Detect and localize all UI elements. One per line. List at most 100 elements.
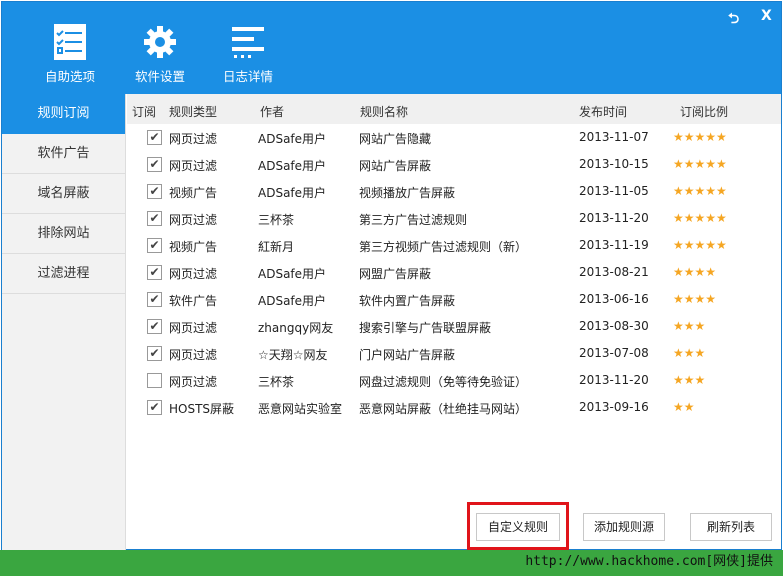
subscribe-checkbox[interactable]: ✔ (147, 211, 162, 226)
rule-name: 搜索引擎与广告联盟屏蔽 (359, 321, 492, 335)
table-row[interactable]: ✔ 网页过滤 ADSafe用户 网站广告隐藏 2013-11-07 ★★★★★ (127, 124, 781, 151)
rule-type: 网页过滤 (169, 267, 218, 281)
sidebar: 规则订阅 软件广告 域名屏蔽 排除网站 过滤进程 (2, 94, 126, 551)
rule-author: 紅新月 (258, 240, 295, 254)
highlight-box (467, 502, 569, 550)
rule-date: 2013-10-15 (579, 157, 649, 171)
rule-name: 网盟广告屏蔽 (359, 267, 432, 281)
rating-stars: ★★★★★ (673, 130, 727, 144)
toolbar-label: 自助选项 (44, 69, 95, 84)
subscribe-checkbox[interactable]: ✔ (147, 400, 162, 415)
rule-name: 网盘过滤规则（免等待免验证） (359, 375, 528, 389)
col-ratio: 订阅比例 (680, 105, 729, 119)
rating-stars: ★★★ (673, 373, 706, 387)
rating-stars: ★★★★ (673, 265, 717, 279)
gear-icon (120, 24, 200, 60)
rule-author: ADSafe用户 (258, 267, 327, 281)
refresh-list-button[interactable]: 刷新列表 (690, 513, 772, 541)
rule-type: 网页过滤 (169, 213, 218, 227)
sidebar-item-software-ads[interactable]: 软件广告 (2, 134, 125, 174)
sidebar-item-exclude-sites[interactable]: 排除网站 (2, 214, 125, 254)
table-row[interactable]: ✔ HOSTS屏蔽 恶意网站实验室 恶意网站屏蔽（杜绝挂马网站） 2013-09… (127, 394, 781, 421)
subscribe-checkbox[interactable]: ✔ (147, 292, 162, 307)
rating-stars: ★★★ (673, 319, 706, 333)
col-type: 规则类型 (169, 105, 218, 119)
add-rule-source-button[interactable]: 添加规则源 (583, 513, 665, 541)
rule-date: 2013-09-16 (579, 400, 649, 414)
rule-type: 网页过滤 (169, 321, 218, 335)
close-button[interactable]: X (761, 8, 772, 24)
subscribe-checkbox[interactable]: ✔ (147, 319, 162, 334)
rule-date: 2013-11-20 (579, 373, 649, 387)
subscribe-checkbox[interactable]: ✔ (147, 238, 162, 253)
subscribe-checkbox[interactable]: ✔ (147, 265, 162, 280)
rule-author: ☆天翔☆网友 (258, 348, 328, 362)
log-icon (208, 24, 288, 60)
rating-stars: ★★★★★ (673, 157, 727, 171)
table-row[interactable]: ✔ 视频广告 ADSafe用户 视频播放广告屏蔽 2013-11-05 ★★★★… (127, 178, 781, 205)
toolbar-log[interactable]: 日志详情 (208, 24, 288, 85)
rule-author: 恶意网站实验室 (258, 402, 343, 416)
table-row[interactable]: 网页过滤 三杯茶 网盘过滤规则（免等待免验证） 2013-11-20 ★★★ (127, 367, 781, 394)
rule-date: 2013-08-21 (579, 265, 649, 279)
rule-author: ADSafe用户 (258, 186, 327, 200)
toolbar-self-help[interactable]: 自助选项 (30, 24, 110, 85)
rule-type: HOSTS屏蔽 (169, 402, 235, 416)
rule-author: ADSafe用户 (258, 132, 327, 146)
toolbar-label: 日志详情 (222, 69, 273, 84)
rating-stars: ★★★★★ (673, 184, 727, 198)
table-header: 订阅 规则类型 作者 规则名称 发布时间 订阅比例 (127, 94, 781, 124)
rule-date: 2013-11-05 (579, 184, 649, 198)
rule-date: 2013-06-16 (579, 292, 649, 306)
rule-date: 2013-07-08 (579, 346, 649, 360)
subscribe-checkbox[interactable]: ✔ (147, 184, 162, 199)
rule-name: 网站广告隐藏 (359, 132, 432, 146)
rule-date: 2013-08-30 (579, 319, 649, 333)
table-row[interactable]: ✔ 网页过滤 ADSafe用户 网盟广告屏蔽 2013-08-21 ★★★★ (127, 259, 781, 286)
rating-stars: ★★★★★ (673, 238, 727, 252)
header-toolbar: 自助选项 软件设置 日志详情 ⮌ X (2, 2, 781, 94)
rule-name: 视频播放广告屏蔽 (359, 186, 456, 200)
rule-author: zhangqy网友 (258, 321, 334, 335)
sidebar-item-domain-block[interactable]: 域名屏蔽 (2, 174, 125, 214)
rule-author: 三杯茶 (258, 213, 295, 227)
rule-table-panel: 订阅 规则类型 作者 规则名称 发布时间 订阅比例 ✔ 网页过滤 ADSafe用… (127, 94, 781, 551)
subscribe-checkbox[interactable]: ✔ (147, 157, 162, 172)
col-date: 发布时间 (579, 105, 628, 119)
table-row[interactable]: ✔ 网页过滤 ADSafe用户 网站广告屏蔽 2013-10-15 ★★★★★ (127, 151, 781, 178)
toolbar-settings[interactable]: 软件设置 (120, 24, 200, 85)
subscribe-checkbox[interactable]: ✔ (147, 346, 162, 361)
rule-author: 三杯茶 (258, 375, 295, 389)
table-row[interactable]: ✔ 网页过滤 三杯茶 第三方广告过滤规则 2013-11-20 ★★★★★ (127, 205, 781, 232)
table-row[interactable]: ✔ 视频广告 紅新月 第三方视频广告过滤规则（新） 2013-11-19 ★★★… (127, 232, 781, 259)
rule-name: 门户网站广告屏蔽 (359, 348, 456, 362)
rule-date: 2013-11-07 (579, 130, 649, 144)
rule-name: 软件内置广告屏蔽 (359, 294, 456, 308)
rule-type: 网页过滤 (169, 375, 218, 389)
rule-name: 网站广告屏蔽 (359, 159, 432, 173)
toolbar-label: 软件设置 (134, 69, 185, 84)
rule-author: ADSafe用户 (258, 294, 327, 308)
subscribe-checkbox[interactable]: ✔ (147, 130, 162, 145)
rule-name: 第三方视频广告过滤规则（新） (359, 240, 528, 254)
restore-button[interactable]: ⮌ (728, 8, 739, 32)
rule-type: 视频广告 (169, 186, 218, 200)
rule-type: 网页过滤 (169, 159, 218, 173)
rating-stars: ★★★★★ (673, 211, 727, 225)
subscribe-checkbox[interactable] (147, 373, 162, 388)
sidebar-item-filter-process[interactable]: 过滤进程 (2, 254, 125, 294)
rating-stars: ★★★ (673, 346, 706, 360)
table-row[interactable]: ✔ 网页过滤 zhangqy网友 搜索引擎与广告联盟屏蔽 2013-08-30 … (127, 313, 781, 340)
checklist-icon (30, 24, 110, 60)
sidebar-item-rule-subscription[interactable]: 规则订阅 (2, 94, 125, 134)
rule-name: 恶意网站屏蔽（杜绝挂马网站） (359, 402, 528, 416)
rule-author: ADSafe用户 (258, 159, 327, 173)
rule-type: 网页过滤 (169, 348, 218, 362)
table-row[interactable]: ✔ 网页过滤 ☆天翔☆网友 门户网站广告屏蔽 2013-07-08 ★★★ (127, 340, 781, 367)
footer-watermark: http://www.hackhome.com[网侠]提供 (0, 550, 783, 576)
rating-stars: ★★ (673, 400, 695, 414)
rule-type: 软件广告 (169, 294, 218, 308)
rule-date: 2013-11-20 (579, 211, 649, 225)
rule-type: 视频广告 (169, 240, 218, 254)
table-row[interactable]: ✔ 软件广告 ADSafe用户 软件内置广告屏蔽 2013-06-16 ★★★★ (127, 286, 781, 313)
